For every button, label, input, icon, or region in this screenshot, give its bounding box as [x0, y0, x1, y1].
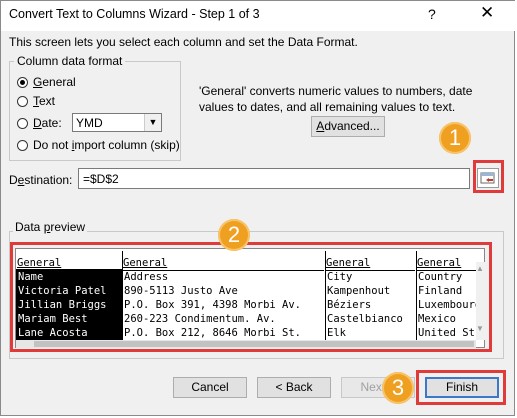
- date-format-value: YMD: [76, 116, 103, 130]
- preview-highlight: [10, 242, 492, 352]
- intro-text: This screen lets you select each column …: [9, 35, 358, 49]
- radio-text[interactable]: Text: [17, 93, 55, 109]
- radio-date-button[interactable]: [17, 117, 28, 129]
- destination-input[interactable]: =$D$2: [78, 168, 470, 189]
- title-bar: Convert Text to Columns Wizard - Step 1 …: [1, 1, 516, 31]
- cancel-button[interactable]: Cancel: [173, 377, 247, 398]
- dialog-title: Convert Text to Columns Wizard - Step 1 …: [9, 7, 260, 21]
- advanced-button[interactable]: Advanced...: [311, 116, 385, 137]
- radio-date-label: Date:: [33, 116, 62, 130]
- format-description: 'General' converts numeric values to num…: [199, 84, 473, 114]
- destination-highlight: [473, 160, 504, 193]
- radio-skip[interactable]: Do not import column (skip): [17, 137, 180, 153]
- column-format-legend: Column data format: [14, 54, 126, 68]
- callout-badge-2: 2: [218, 219, 250, 251]
- finish-highlight: [416, 370, 506, 405]
- radio-date[interactable]: Date:: [17, 115, 62, 131]
- back-button[interactable]: < Back: [257, 377, 331, 398]
- date-format-select[interactable]: YMD ▼: [72, 113, 162, 132]
- radio-skip-button[interactable]: [17, 139, 28, 151]
- callout-badge-1: 1: [439, 122, 471, 154]
- callout-badge-3: 3: [382, 372, 414, 404]
- radio-skip-label: Do not import column (skip): [33, 138, 180, 152]
- chevron-down-icon[interactable]: ▼: [144, 114, 161, 131]
- radio-general-label: General: [33, 75, 76, 89]
- data-preview-legend: Data preview: [13, 220, 88, 234]
- radio-general-button[interactable]: [17, 76, 28, 88]
- radio-text-button[interactable]: [17, 95, 28, 107]
- radio-general[interactable]: General: [17, 74, 76, 90]
- help-button[interactable]: ?: [428, 6, 436, 22]
- radio-text-label: Text: [33, 94, 56, 108]
- destination-value: =$D$2: [83, 172, 119, 186]
- destination-label: Destination:: [9, 173, 73, 187]
- close-icon[interactable]: ✕: [480, 3, 494, 23]
